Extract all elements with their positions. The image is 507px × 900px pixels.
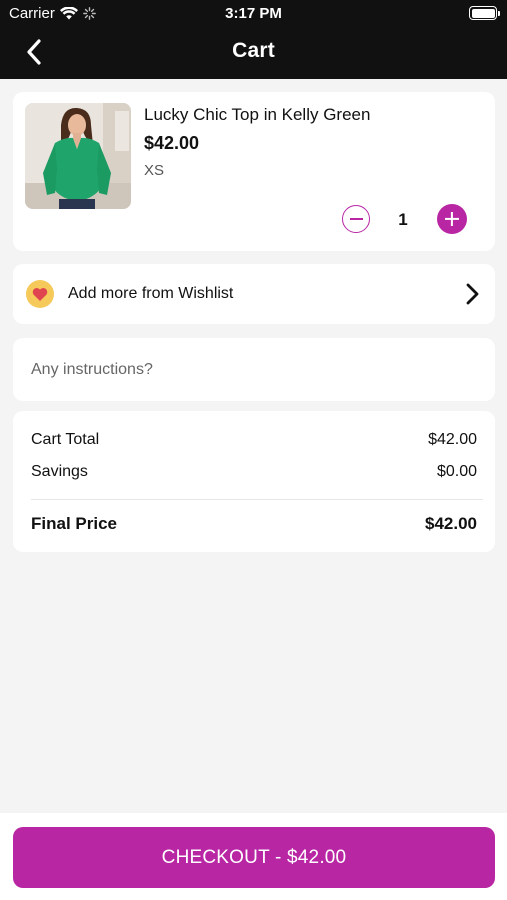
product-name[interactable]: Lucky Chic Top in Kelly Green bbox=[144, 105, 370, 125]
summary-divider bbox=[31, 499, 483, 500]
status-time: 3:17 PM bbox=[225, 5, 282, 22]
price-summary: Cart Total $42.00 Savings $0.00 Final Pr… bbox=[13, 411, 495, 552]
add-from-wishlist-row[interactable]: Add more from Wishlist bbox=[13, 264, 495, 324]
heart-icon bbox=[26, 280, 54, 308]
final-price-value: $42.00 bbox=[425, 514, 477, 533]
instructions-card bbox=[13, 338, 495, 401]
quantity-value: 1 bbox=[398, 210, 408, 229]
cart-total-row: Cart Total $42.00 bbox=[31, 431, 477, 449]
minus-icon bbox=[349, 218, 363, 220]
instructions-input[interactable] bbox=[31, 338, 481, 401]
savings-label: Savings bbox=[31, 463, 88, 480]
final-price-row: Final Price $42.00 bbox=[31, 514, 477, 534]
checkout-button[interactable]: CHECKOUT - $42.00 bbox=[13, 827, 495, 888]
top-bar: Carrier 3:17 PM Cart bbox=[0, 0, 507, 79]
wishlist-label: Add more from Wishlist bbox=[68, 285, 234, 302]
savings-row: Savings $0.00 bbox=[31, 463, 477, 481]
battery-icon bbox=[469, 6, 500, 20]
cart-total-value: $42.00 bbox=[428, 431, 477, 448]
page-title: Cart bbox=[232, 39, 275, 62]
increase-quantity-button[interactable] bbox=[437, 204, 467, 234]
savings-value: $0.00 bbox=[436, 463, 477, 480]
cart-total-label: Cart Total bbox=[31, 431, 100, 448]
chevron-right-icon bbox=[466, 283, 479, 305]
status-bar: Carrier 3:17 PM bbox=[0, 0, 507, 28]
product-price: $42.00 bbox=[144, 133, 200, 153]
product-size: XS bbox=[144, 162, 165, 179]
final-price-label: Final Price bbox=[31, 514, 117, 533]
product-image[interactable] bbox=[25, 103, 131, 209]
decrease-quantity-button[interactable] bbox=[342, 205, 370, 233]
cart-item-card: Lucky Chic Top in Kelly Green $42.00 XS … bbox=[13, 92, 495, 251]
checkout-bar: CHECKOUT - $42.00 bbox=[0, 813, 507, 900]
